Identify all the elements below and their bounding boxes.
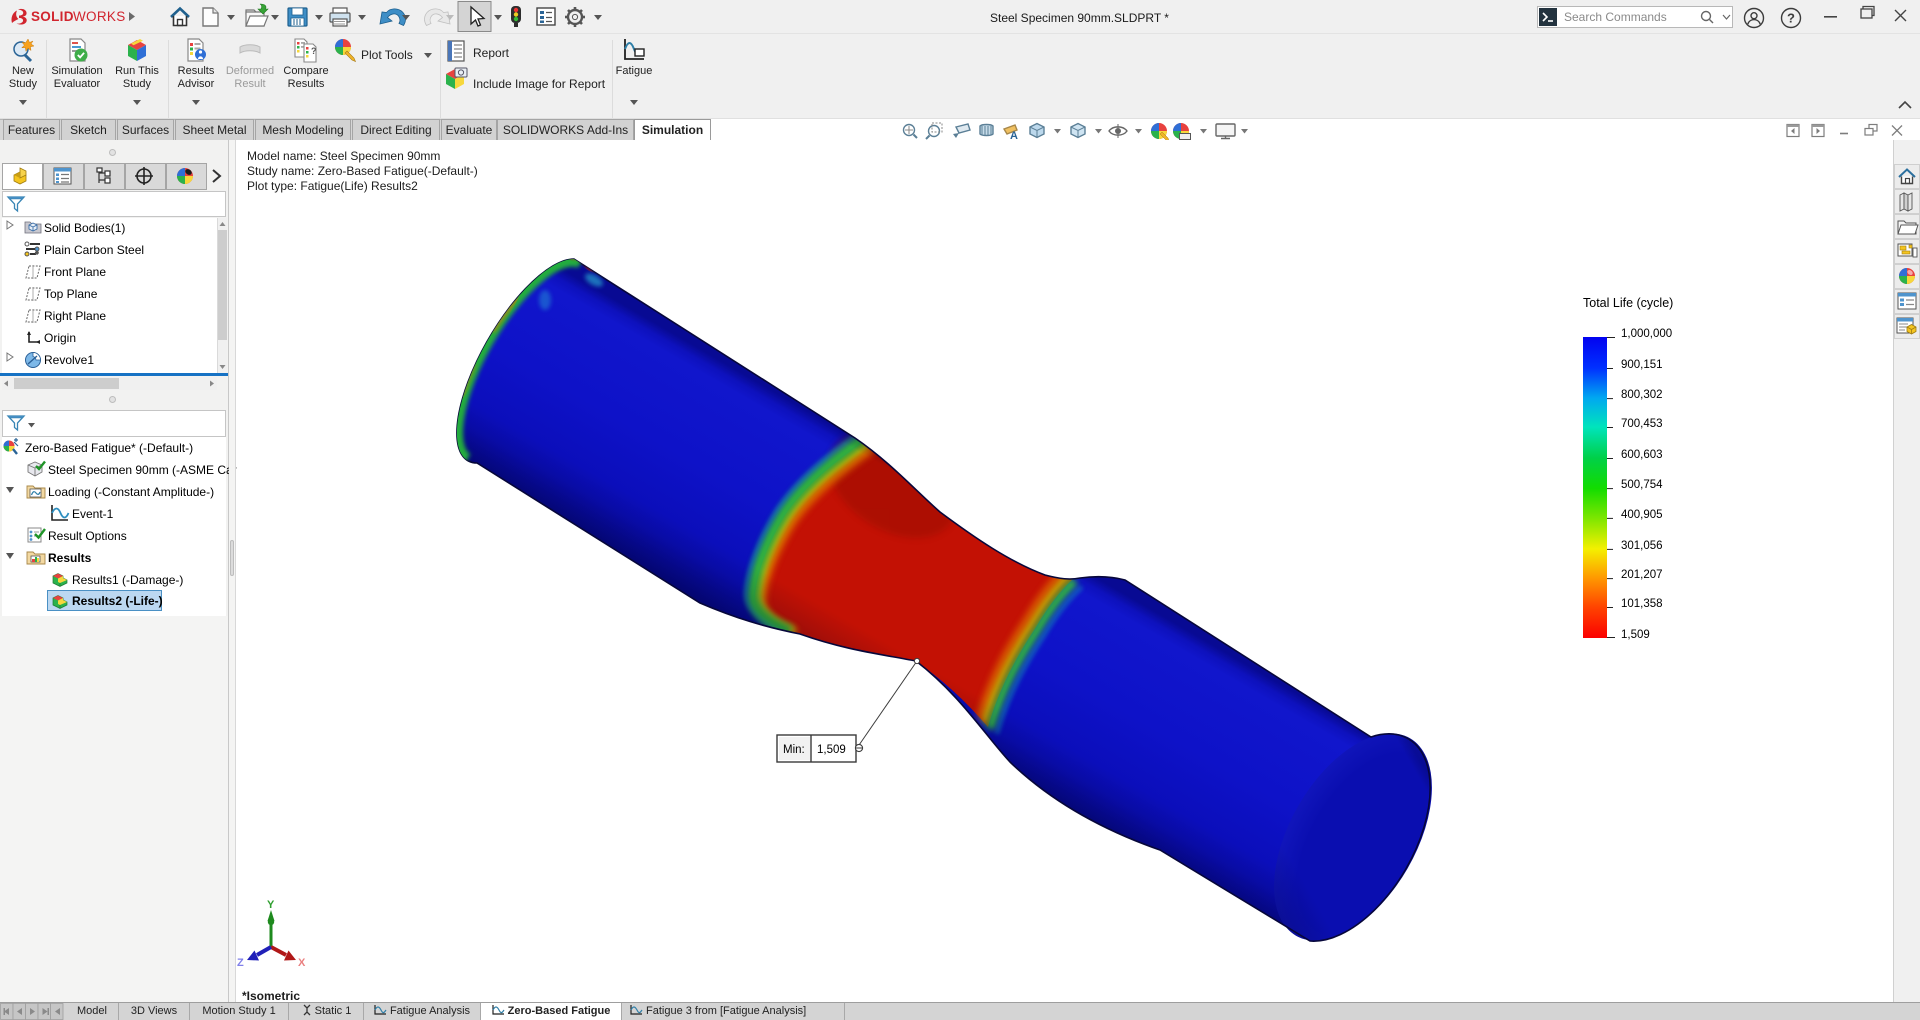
svg-text:700,453: 700,453 bbox=[1621, 418, 1663, 430]
svg-text:X: X bbox=[298, 957, 306, 969]
svg-text:1,509: 1,509 bbox=[817, 744, 846, 756]
svg-text:301,056: 301,056 bbox=[1621, 540, 1663, 552]
svg-text:900,151: 900,151 bbox=[1621, 359, 1663, 371]
svg-text:?: ? bbox=[311, 46, 317, 56]
svg-text:WORKS: WORKS bbox=[73, 9, 126, 24]
svg-text:600,603: 600,603 bbox=[1621, 449, 1663, 461]
svg-text:1,509: 1,509 bbox=[1621, 629, 1650, 641]
svg-text:201,207: 201,207 bbox=[1621, 569, 1663, 581]
svg-text:800,302: 800,302 bbox=[1621, 389, 1663, 401]
svg-text:Z: Z bbox=[237, 957, 244, 969]
svg-text:1,000,000: 1,000,000 bbox=[1621, 328, 1672, 340]
svg-text:400,905: 400,905 bbox=[1621, 509, 1663, 521]
svg-text:?: ? bbox=[1787, 11, 1795, 26]
svg-text:101,358: 101,358 bbox=[1621, 598, 1663, 610]
svg-text:SOLID: SOLID bbox=[31, 9, 74, 24]
svg-text:Total Life (cycle): Total Life (cycle) bbox=[1583, 296, 1673, 310]
svg-text:Min:: Min: bbox=[783, 744, 805, 756]
svg-text:500,754: 500,754 bbox=[1621, 479, 1663, 491]
svg-text:Y: Y bbox=[267, 899, 275, 911]
